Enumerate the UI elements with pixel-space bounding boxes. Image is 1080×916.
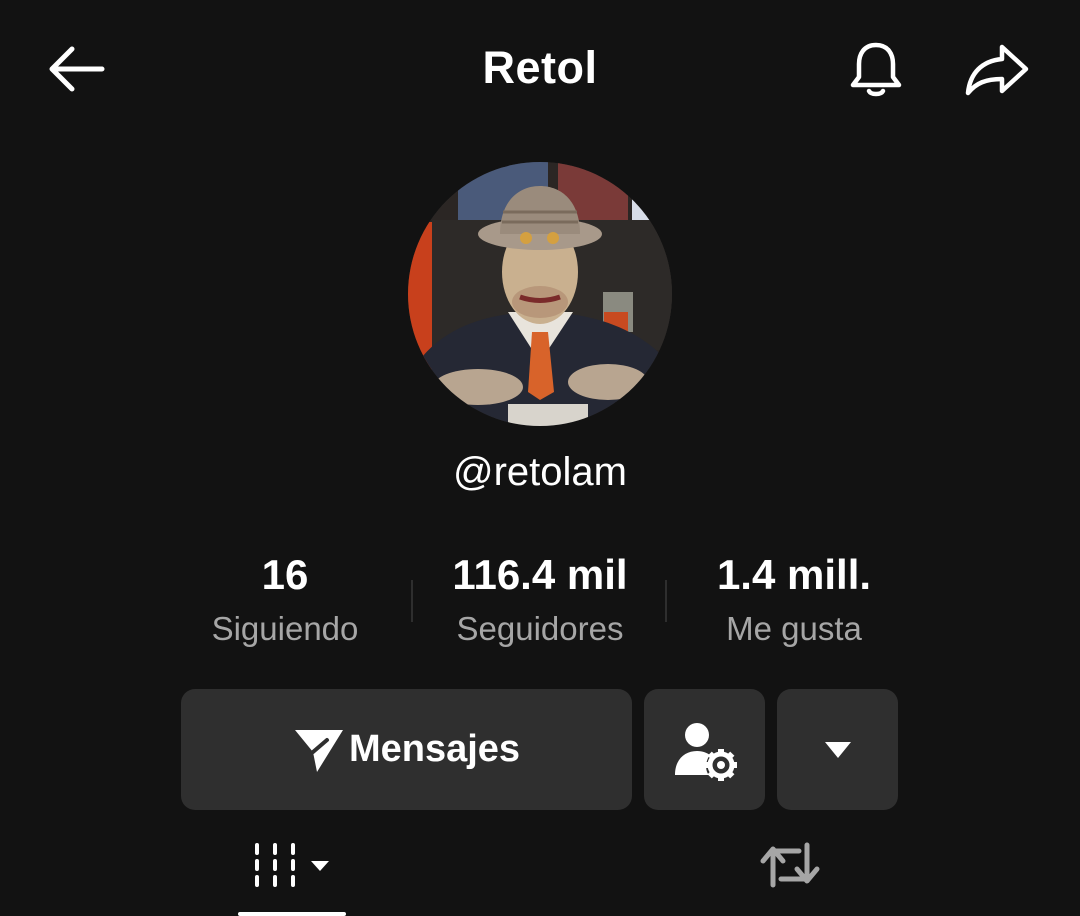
profile-page: Retol @retolam 16 Siguiendo 116.4 mil Se… bbox=[0, 0, 1080, 916]
caret-down-icon bbox=[824, 741, 851, 758]
avatar[interactable] bbox=[408, 162, 672, 426]
tab-reposts[interactable] bbox=[740, 830, 840, 900]
messages-button[interactable]: Mensajes bbox=[181, 689, 632, 810]
repost-icon bbox=[760, 842, 820, 888]
stat-label: Siguiendo bbox=[211, 610, 359, 647]
grid-bars-icon bbox=[255, 843, 329, 887]
username: @retolam bbox=[453, 450, 627, 494]
active-tab-indicator bbox=[238, 912, 346, 916]
stat-value: 116.4 mil bbox=[452, 551, 628, 598]
paper-plane-icon bbox=[294, 729, 343, 772]
avatar-image bbox=[408, 162, 672, 426]
bell-icon bbox=[850, 42, 902, 97]
stat-value: 16 bbox=[261, 551, 309, 598]
share-arrow-icon bbox=[965, 44, 1029, 96]
messages-label: Mensajes bbox=[348, 728, 521, 770]
friends-settings-button[interactable] bbox=[644, 689, 765, 810]
stat-followers[interactable]: 116.4 mil Seguidores bbox=[413, 548, 667, 652]
stat-label: Seguidores bbox=[456, 610, 624, 647]
stat-value: 1.4 mill. bbox=[716, 551, 872, 598]
tab-videos[interactable] bbox=[238, 830, 348, 900]
notification-button[interactable] bbox=[840, 36, 912, 102]
stat-label: Me gusta bbox=[726, 610, 862, 647]
stat-following[interactable]: 16 Siguiendo bbox=[158, 548, 412, 652]
stat-likes[interactable]: 1.4 mill. Me gusta bbox=[667, 548, 921, 652]
page-title: Retol bbox=[482, 42, 598, 93]
share-button[interactable] bbox=[958, 36, 1036, 102]
user-settings-icon bbox=[674, 722, 737, 781]
more-options-button[interactable] bbox=[777, 689, 898, 810]
